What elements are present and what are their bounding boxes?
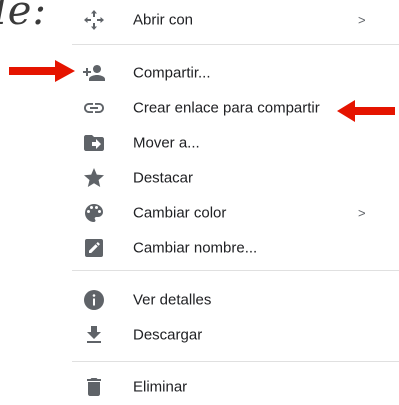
- palette-icon: [82, 201, 106, 225]
- menu-item-share[interactable]: Compartir...: [72, 55, 399, 91]
- divider: [72, 44, 399, 45]
- menu-item-view-details[interactable]: Ver detalles: [72, 282, 399, 318]
- menu-item-label: Crear enlace para compartir: [133, 99, 320, 117]
- chevron-right-icon: >: [358, 12, 366, 28]
- link-icon: [82, 96, 106, 120]
- divider: [72, 361, 399, 362]
- menu-item-label: Compartir...: [133, 64, 211, 82]
- menu-item-label: Cambiar color: [133, 204, 227, 222]
- menu-item-label: Cambiar nombre...: [133, 239, 258, 257]
- menu-item-move-to[interactable]: Mover a...: [72, 125, 399, 161]
- move-arrows-icon: [82, 8, 106, 32]
- star-icon: [82, 166, 106, 190]
- download-icon: [82, 323, 106, 347]
- info-icon: [82, 288, 106, 312]
- annotation-arrow-right: [9, 60, 75, 82]
- menu-item-change-color[interactable]: Cambiar color >: [72, 195, 399, 231]
- menu-item-label: Descargar: [133, 326, 203, 344]
- annotation-arrow-left: [337, 100, 395, 122]
- chevron-right-icon: >: [358, 205, 366, 221]
- menu-item-label: Destacar: [133, 169, 194, 187]
- menu-item-open-with[interactable]: Abrir con >: [72, 2, 399, 38]
- person-add-icon: [82, 61, 106, 85]
- menu-item-label: Mover a...: [133, 134, 200, 152]
- menu-item-label: Ver detalles: [133, 291, 212, 309]
- menu-item-download[interactable]: Descargar: [72, 317, 399, 353]
- context-menu: Abrir con > Compartir... Crear enlace pa…: [72, 0, 399, 396]
- menu-item-delete[interactable]: Eliminar: [72, 369, 399, 405]
- menu-item-rename[interactable]: Cambiar nombre...: [72, 230, 399, 266]
- menu-item-label: Eliminar: [133, 378, 188, 396]
- trash-icon: [82, 375, 106, 399]
- folder-move-icon: [82, 131, 106, 155]
- menu-item-star[interactable]: Destacar: [72, 160, 399, 196]
- menu-item-label: Abrir con: [133, 11, 194, 29]
- divider: [72, 270, 399, 271]
- edit-icon: [82, 236, 106, 260]
- background-text-fragment: le:: [0, 0, 47, 34]
